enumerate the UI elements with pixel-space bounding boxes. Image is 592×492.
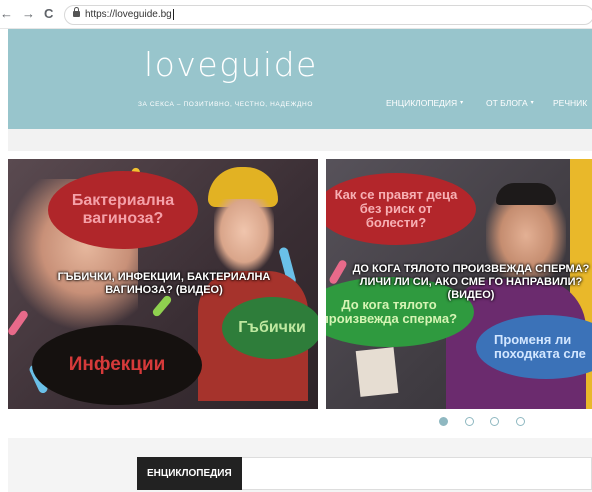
nav-item-dictionary[interactable]: РЕЧНИК [553,98,587,109]
forward-arrow-icon[interactable]: → [22,6,35,22]
nav-item-blog[interactable]: ОТ БЛОГА ▾ [486,98,534,109]
topic-bubble: Бактериална вагиноза? [48,171,198,249]
chevron-down-icon: ▾ [530,100,534,107]
topic-bubble: Гъбички [222,297,318,359]
slide-caption[interactable]: ГЪБИЧКИ, ИНФЕКЦИИ, БАКТЕРИАЛНА ВАГИНОЗА?… [36,271,292,297]
person-image [214,199,274,271]
slider-card-1[interactable]: Бактериална вагиноза? Гъбички Инфекции Г… [8,159,318,409]
reload-icon[interactable]: C [44,6,53,22]
slider-dot-1[interactable] [439,417,448,426]
slider-dot-4[interactable] [516,417,525,426]
site-logo[interactable]: loveguide [144,45,318,85]
header-divider-band [8,129,592,151]
card-image [355,347,399,397]
address-bar[interactable]: https://loveguide.bg [64,5,592,25]
slider-dot-2[interactable] [465,417,474,426]
url-text: https://loveguide.bg [85,8,174,20]
chevron-down-icon: ▾ [460,100,464,107]
topic-bubble: Инфекции [32,325,202,405]
site-header: loveguide ЗА СЕКСА – ПОЗИТИВНО, ЧЕСТНО, … [8,29,592,129]
lock-icon [73,7,80,17]
slider-card-2[interactable]: Как се правят деца без риск от болести? … [326,159,592,409]
slide-caption[interactable]: ДО КОГА ТЯЛОТО ПРОИЗВЕЖДА СПЕРМА? ЛИЧИ Л… [346,263,592,302]
nav-item-encyclopedia[interactable]: ЕНЦИКЛОПЕДИЯ ▾ [386,98,463,109]
slider-dot-3[interactable] [490,417,499,426]
encyclopedia-section-label[interactable]: ЕНЦИКЛОПЕДИЯ [137,457,242,490]
site-tagline: ЗА СЕКСА – ПОЗИТИВНО, ЧЕСТНО, НАДЕЖДНО [138,101,314,108]
person-hair-image [496,183,556,205]
browser-toolbar: ← → C https://loveguide.bg [0,0,592,29]
back-arrow-icon[interactable]: ← [0,6,13,22]
